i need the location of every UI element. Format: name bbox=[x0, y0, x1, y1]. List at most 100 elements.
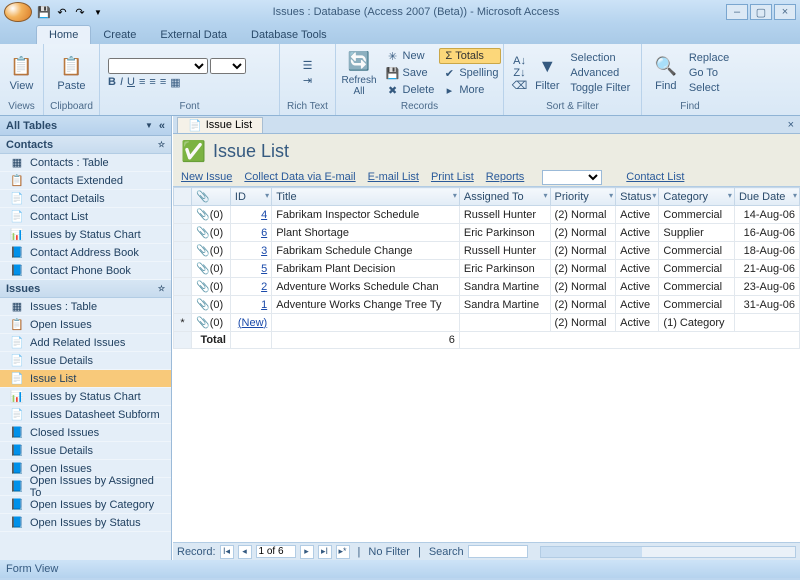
nav-item[interactable]: 📄Contact Details bbox=[0, 190, 171, 208]
new-issue-link[interactable]: New Issue bbox=[181, 171, 232, 183]
table-row[interactable]: 📎(0)3Fabrikam Schedule ChangeRussell Hun… bbox=[174, 242, 800, 260]
toggle-filter-button[interactable]: Toggle Filter bbox=[567, 81, 633, 95]
bold-button[interactable]: B bbox=[108, 76, 116, 89]
nav-item[interactable]: 📋Contacts Extended bbox=[0, 172, 171, 190]
row-selector-header[interactable] bbox=[174, 188, 192, 206]
column-header[interactable]: ID▾ bbox=[230, 188, 271, 206]
nav-item[interactable]: 📘Issue Details bbox=[0, 442, 171, 460]
find-button[interactable]: 🔍Find bbox=[648, 53, 684, 94]
table-row[interactable]: *📎(0)(New)(2) NormalActive(1) Category bbox=[174, 314, 800, 332]
collect-data-link[interactable]: Collect Data via E-mail bbox=[244, 171, 355, 183]
close-tab-button[interactable]: × bbox=[782, 119, 800, 131]
prev-record-button[interactable]: ◂ bbox=[238, 545, 252, 559]
column-header[interactable]: Category▾ bbox=[659, 188, 735, 206]
refresh-button[interactable]: 🔄Refresh All bbox=[338, 48, 381, 99]
filter-button[interactable]: ▼Filter bbox=[529, 53, 565, 94]
indent-button[interactable]: ⇥ bbox=[303, 74, 312, 87]
row-selector[interactable] bbox=[174, 224, 192, 242]
column-header[interactable]: Due Date▾ bbox=[734, 188, 799, 206]
nav-group-issues[interactable]: Issues☆ bbox=[0, 280, 171, 298]
view-button[interactable]: 📋View bbox=[4, 53, 40, 94]
more-button[interactable]: ▸More bbox=[439, 82, 501, 98]
nav-item[interactable]: ▦Issues : Table bbox=[0, 298, 171, 316]
first-record-button[interactable]: I◂ bbox=[220, 545, 234, 559]
clear-sort-button[interactable]: ⌫ bbox=[512, 79, 528, 92]
row-selector[interactable] bbox=[174, 278, 192, 296]
ribbon-tab-database-tools[interactable]: Database Tools bbox=[239, 26, 339, 44]
goto-button[interactable]: Go To bbox=[686, 66, 732, 80]
nav-item[interactable]: 📘Open Issues by Category bbox=[0, 496, 171, 514]
filter-indicator[interactable]: No Filter bbox=[368, 546, 410, 558]
sort-desc-button[interactable]: Z↓ bbox=[512, 67, 528, 79]
underline-button[interactable]: U bbox=[127, 76, 135, 89]
last-record-button[interactable]: ▸I bbox=[318, 545, 332, 559]
row-selector[interactable] bbox=[174, 206, 192, 224]
maximize-button[interactable]: ▢ bbox=[750, 4, 772, 20]
align-right-button[interactable]: ≡ bbox=[160, 76, 166, 89]
contact-list-link[interactable]: Contact List bbox=[626, 171, 684, 183]
nav-item[interactable]: 📘Contact Phone Book bbox=[0, 262, 171, 280]
nav-header[interactable]: All Tables ▼ « bbox=[0, 116, 171, 136]
new-record-button[interactable]: ▸* bbox=[336, 545, 350, 559]
align-left-button[interactable]: ≡ bbox=[139, 76, 145, 89]
nav-item[interactable]: 📊Issues by Status Chart bbox=[0, 388, 171, 406]
table-row[interactable]: 📎(0)1Adventure Works Change Tree TySandr… bbox=[174, 296, 800, 314]
column-header[interactable]: Assigned To▾ bbox=[459, 188, 550, 206]
replace-button[interactable]: Replace bbox=[686, 51, 732, 65]
row-selector[interactable]: * bbox=[174, 314, 192, 332]
nav-item[interactable]: 📋Open Issues bbox=[0, 316, 171, 334]
column-header[interactable]: Title▾ bbox=[272, 188, 460, 206]
email-list-link[interactable]: E-mail List bbox=[368, 171, 419, 183]
ribbon-tab-create[interactable]: Create bbox=[91, 26, 148, 44]
nav-item[interactable]: 📘Contact Address Book bbox=[0, 244, 171, 262]
tab-issue-list[interactable]: 📄 Issue List bbox=[177, 117, 263, 133]
save-icon[interactable]: 💾 bbox=[36, 4, 52, 20]
horizontal-scrollbar[interactable] bbox=[540, 546, 796, 558]
delete-button[interactable]: ✖Delete bbox=[383, 82, 438, 98]
nav-item[interactable]: 📘Open Issues by Assigned To bbox=[0, 478, 171, 496]
gridlines-button[interactable]: ▦ bbox=[170, 76, 180, 89]
font-size-select[interactable] bbox=[210, 58, 246, 74]
select-button[interactable]: Select bbox=[686, 81, 732, 95]
close-button[interactable]: × bbox=[774, 4, 796, 20]
ribbon-tab-home[interactable]: Home bbox=[36, 25, 91, 44]
datasheet[interactable]: 📎ID▾Title▾Assigned To▾Priority▾Status▾Ca… bbox=[173, 186, 800, 542]
nav-collapse-icon[interactable]: « bbox=[159, 120, 165, 132]
nav-item[interactable]: 📄Issue List bbox=[0, 370, 171, 388]
align-center-button[interactable]: ≡ bbox=[149, 76, 155, 89]
undo-icon[interactable]: ↶ bbox=[54, 4, 70, 20]
table-row[interactable]: 📎(0)4Fabrikam Inspector ScheduleRussell … bbox=[174, 206, 800, 224]
spelling-button[interactable]: ✔Spelling bbox=[439, 65, 501, 81]
nav-group-contacts[interactable]: Contacts☆ bbox=[0, 136, 171, 154]
bullets-button[interactable]: ☰ bbox=[303, 59, 313, 72]
table-row[interactable]: 📎(0)6Plant ShortageEric Parkinson(2) Nor… bbox=[174, 224, 800, 242]
next-record-button[interactable]: ▸ bbox=[300, 545, 314, 559]
column-header[interactable]: Priority▾ bbox=[550, 188, 616, 206]
table-row[interactable]: 📎(0)2Adventure Works Schedule ChanSandra… bbox=[174, 278, 800, 296]
search-input[interactable] bbox=[468, 545, 528, 558]
reports-link[interactable]: Reports bbox=[486, 171, 525, 183]
minimize-button[interactable]: – bbox=[726, 4, 748, 20]
table-row[interactable]: 📎(0)5Fabrikam Plant DecisionEric Parkins… bbox=[174, 260, 800, 278]
nav-item[interactable]: 📄Issues Datasheet Subform bbox=[0, 406, 171, 424]
nav-item[interactable]: 📊Issues by Status Chart bbox=[0, 226, 171, 244]
qat-dropdown-icon[interactable]: ▼ bbox=[90, 4, 106, 20]
nav-item[interactable]: 📄Contact List bbox=[0, 208, 171, 226]
new-button[interactable]: ✳New bbox=[383, 48, 438, 64]
advanced-button[interactable]: Advanced bbox=[567, 66, 633, 80]
row-selector[interactable] bbox=[174, 260, 192, 278]
row-selector[interactable] bbox=[174, 296, 192, 314]
record-position[interactable] bbox=[256, 545, 296, 558]
nav-item[interactable]: ▦Contacts : Table bbox=[0, 154, 171, 172]
sort-asc-button[interactable]: A↓ bbox=[512, 55, 528, 67]
nav-item[interactable]: 📘Open Issues by Status bbox=[0, 514, 171, 532]
nav-item[interactable]: 📄Issue Details bbox=[0, 352, 171, 370]
attachment-column[interactable]: 📎 bbox=[192, 188, 231, 206]
totals-button[interactable]: Σ Totals bbox=[439, 48, 501, 64]
row-selector[interactable] bbox=[174, 242, 192, 260]
column-header[interactable]: Status▾ bbox=[616, 188, 659, 206]
font-family-select[interactable] bbox=[108, 58, 208, 74]
office-button[interactable] bbox=[4, 2, 32, 22]
save-record-button[interactable]: 💾Save bbox=[383, 65, 438, 81]
print-list-link[interactable]: Print List bbox=[431, 171, 474, 183]
